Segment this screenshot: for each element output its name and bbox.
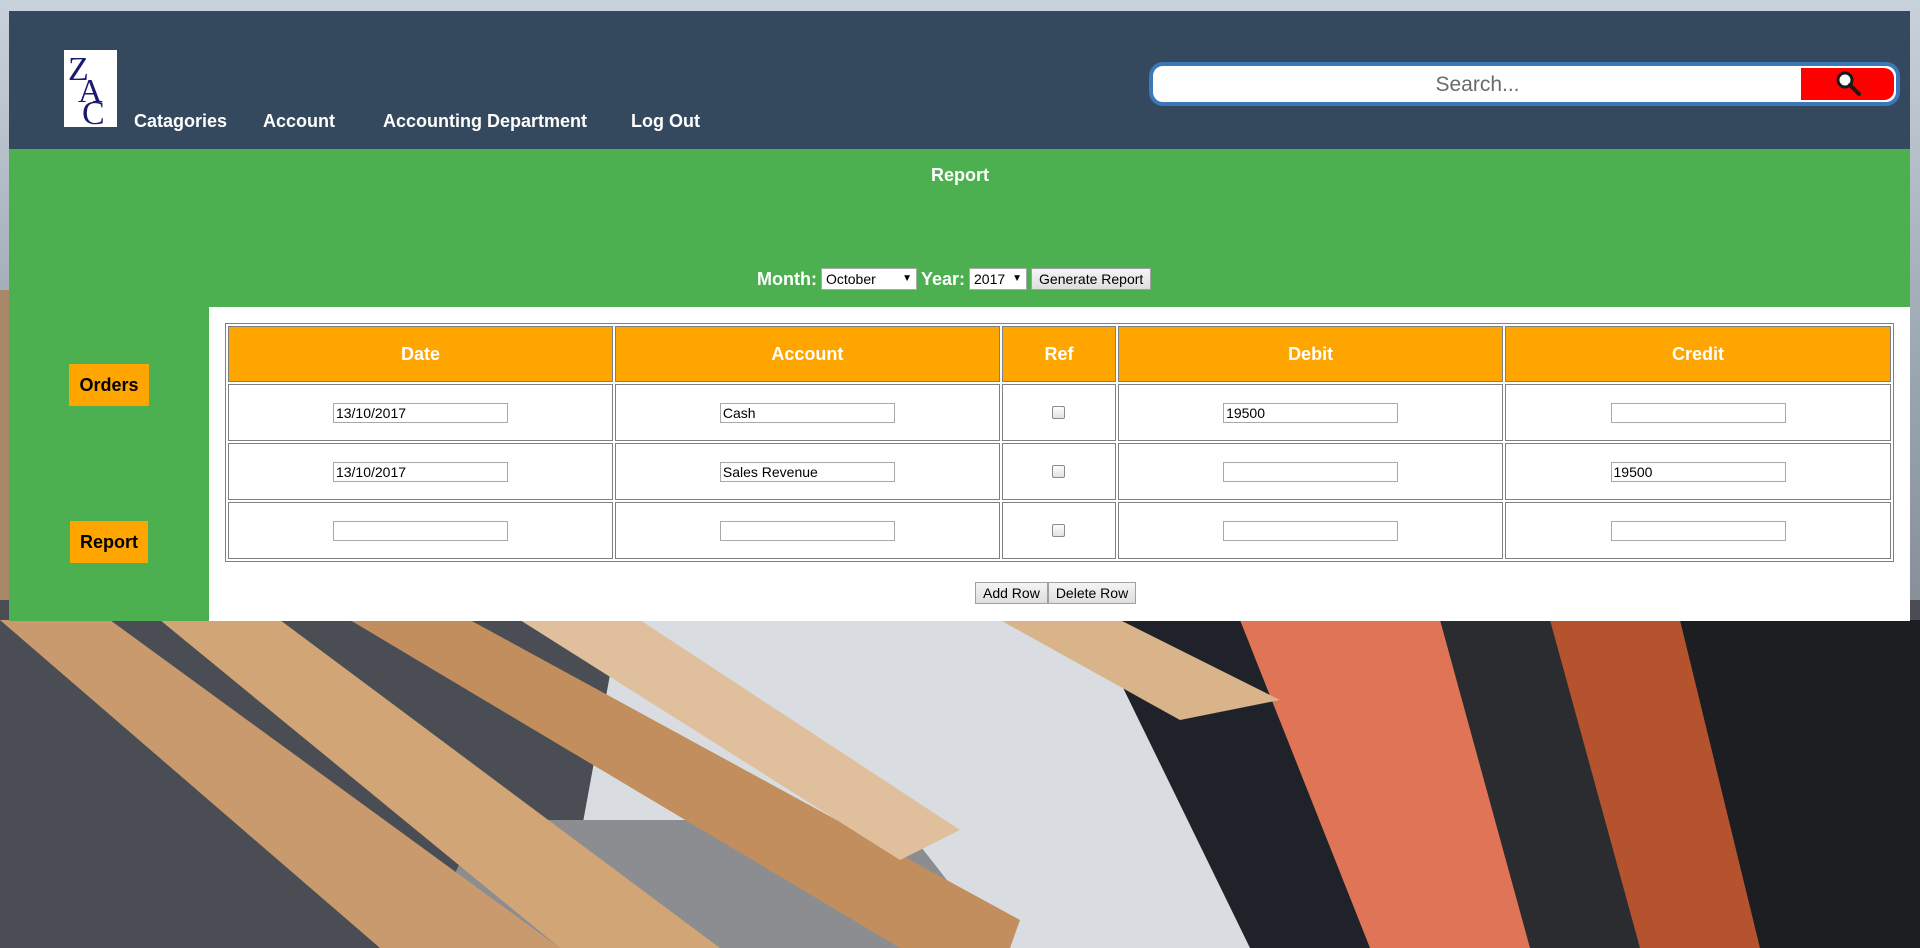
- ref-checkbox[interactable]: [1052, 405, 1066, 419]
- ref-cell: [1001, 502, 1117, 559]
- svg-text:C: C: [82, 95, 105, 127]
- date-input[interactable]: [332, 520, 508, 541]
- search-input[interactable]: [1157, 69, 1798, 101]
- date-cell: [228, 443, 613, 500]
- column-header-date: Date: [228, 326, 613, 382]
- nav-account[interactable]: Account: [263, 111, 335, 132]
- add-row-button[interactable]: Add Row: [975, 582, 1048, 604]
- credit-input[interactable]: [1610, 461, 1786, 482]
- report-filters: Month: October ▼ Year: 2017 ▼ Generate R…: [757, 266, 1152, 292]
- generate-report-button[interactable]: Generate Report: [1031, 268, 1152, 290]
- column-header-account: Account: [614, 326, 1000, 382]
- zac-logo[interactable]: Z A C: [64, 50, 117, 132]
- month-value: October: [825, 271, 876, 287]
- chevron-down-icon: ▼: [902, 273, 912, 284]
- chevron-down-icon: ▼: [1012, 273, 1023, 284]
- ref-checkbox[interactable]: [1052, 464, 1066, 478]
- nav-catagories[interactable]: Catagories: [134, 111, 227, 132]
- credit-input[interactable]: [1610, 402, 1786, 423]
- debit-cell: [1118, 443, 1504, 500]
- account-input[interactable]: [719, 461, 895, 482]
- sidebar-item-orders[interactable]: Orders: [69, 364, 149, 406]
- search-bar: [1149, 62, 1900, 106]
- nav-log-out[interactable]: Log Out: [631, 111, 700, 132]
- table-row: [228, 384, 1891, 441]
- month-select[interactable]: October ▼: [820, 268, 917, 290]
- report-title: Report: [931, 165, 989, 185]
- debit-cell: [1118, 384, 1504, 441]
- year-value: 2017: [974, 271, 1006, 287]
- nav-accounting-department[interactable]: Accounting Department: [383, 111, 587, 132]
- table-row: [228, 502, 1891, 559]
- account-cell: [614, 443, 1000, 500]
- credit-cell: [1505, 443, 1891, 500]
- account-cell: [614, 502, 1000, 559]
- search-icon: [1836, 71, 1861, 96]
- debit-input[interactable]: [1223, 520, 1399, 541]
- delete-row-button[interactable]: Delete Row: [1047, 582, 1137, 604]
- ref-cell: [1001, 443, 1117, 500]
- month-label: Month:: [757, 268, 817, 289]
- column-header-credit: Credit: [1505, 326, 1891, 382]
- debit-input[interactable]: [1223, 402, 1399, 423]
- column-header-ref: Ref: [1001, 326, 1117, 382]
- table-header-row: Date Account Ref Debit Credit: [228, 326, 1891, 382]
- ref-checkbox[interactable]: [1052, 523, 1066, 537]
- debit-cell: [1118, 502, 1504, 559]
- credit-cell: [1505, 384, 1891, 441]
- date-cell: [228, 384, 613, 441]
- account-cell: [614, 384, 1000, 441]
- credit-cell: [1505, 502, 1891, 559]
- ledger-table: Date Account Ref Debit Credit: [225, 323, 1894, 562]
- ref-cell: [1001, 384, 1117, 441]
- year-label: Year:: [920, 268, 966, 289]
- date-cell: [228, 502, 613, 559]
- year-select[interactable]: 2017 ▼: [969, 268, 1028, 290]
- column-header-debit: Debit: [1118, 326, 1504, 382]
- debit-input[interactable]: [1223, 461, 1399, 482]
- date-input[interactable]: [332, 461, 508, 482]
- credit-input[interactable]: [1610, 520, 1786, 541]
- row-actions: Add Row Delete Row: [975, 582, 1137, 604]
- table-row: [228, 443, 1891, 500]
- ledger-content: Date Account Ref Debit Credit 13/10/2017…: [209, 307, 1910, 621]
- account-input[interactable]: [719, 402, 895, 423]
- sidebar-item-report[interactable]: Report: [70, 521, 148, 563]
- date-input[interactable]: [332, 402, 508, 423]
- account-input[interactable]: [719, 520, 895, 541]
- top-header: Z A C Catagories Account Accounting Depa…: [9, 11, 1910, 149]
- search-button[interactable]: [1801, 68, 1894, 100]
